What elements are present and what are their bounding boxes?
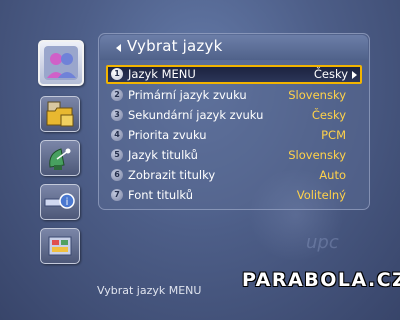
sidebar-item-tools[interactable] <box>40 228 80 264</box>
sidebar-item-satellite[interactable] <box>40 140 80 176</box>
menu-item-jazyk-titulku[interactable]: 5 Jazyk titulků Slovensky <box>106 146 362 165</box>
menu-item-zobrazit-titulky[interactable]: 6 Zobrazit titulky Auto <box>106 166 362 185</box>
menu-item-value: Auto <box>319 168 346 182</box>
sidebar-item-user-profile[interactable] <box>38 40 84 86</box>
menu-item-primarni-jazyk-zvuku[interactable]: 2 Primární jazyk zvuku Slovensky <box>106 86 362 105</box>
menu-item-label: Zobrazit titulky <box>128 168 216 182</box>
menu-item-sekundarni-jazyk-zvuku[interactable]: 3 Sekundární jazyk zvuku Česky <box>106 106 362 125</box>
upc-logo-text: upc <box>306 232 339 253</box>
menu-item-value: PCM <box>321 128 346 142</box>
menu-item-value: Česky <box>311 108 346 122</box>
status-hint: Vybrat jazyk MENU <box>97 284 202 297</box>
tv-screen: i Vybrat jazyk upc 1 Jazyk MENU Česky 2 … <box>0 0 400 320</box>
item-number: 5 <box>111 149 123 161</box>
menu-item-label: Jazyk MENU <box>128 67 196 81</box>
sidebar-item-files[interactable] <box>40 96 80 132</box>
folder-files-icon <box>46 101 74 127</box>
menu-item-value: Volitelný <box>296 188 346 202</box>
item-number: 7 <box>111 189 123 201</box>
menu-item-label: Priorita zvuku <box>128 128 207 142</box>
menu-item-value: Slovensky <box>288 148 346 162</box>
page-title: Vybrat jazyk <box>127 37 223 55</box>
menu-item-value: Česky <box>313 67 348 81</box>
brand-watermark: PARABOLA.CZ <box>242 269 400 291</box>
tools-icon <box>48 236 72 256</box>
item-number: 1 <box>111 68 123 80</box>
chevron-right-icon[interactable] <box>352 71 357 79</box>
item-number: 3 <box>111 109 123 121</box>
menu-item-label: Primární jazyk zvuku <box>128 88 247 102</box>
menu-item-label: Jazyk titulků <box>128 148 198 162</box>
item-number: 2 <box>111 89 123 101</box>
satellite-dish-icon <box>49 148 71 170</box>
menu-item-font-titulku[interactable]: 7 Font titulků Volitelný <box>106 186 362 205</box>
item-number: 4 <box>111 129 123 141</box>
sidebar-item-search[interactable]: i <box>40 184 80 220</box>
menu-item-jazyk-menu[interactable]: 1 Jazyk MENU Česky <box>106 65 362 84</box>
menu-item-label: Font titulků <box>128 188 193 202</box>
svg-text:i: i <box>66 197 69 208</box>
search-info-icon: i <box>44 193 75 209</box>
menu-item-label: Sekundární jazyk zvuku <box>128 108 264 122</box>
menu-item-value: Slovensky <box>288 88 346 102</box>
item-number: 6 <box>111 169 123 181</box>
menu-item-priorita-zvuku[interactable]: 4 Priorita zvuku PCM <box>106 126 362 145</box>
user-profile-icon <box>44 46 78 80</box>
